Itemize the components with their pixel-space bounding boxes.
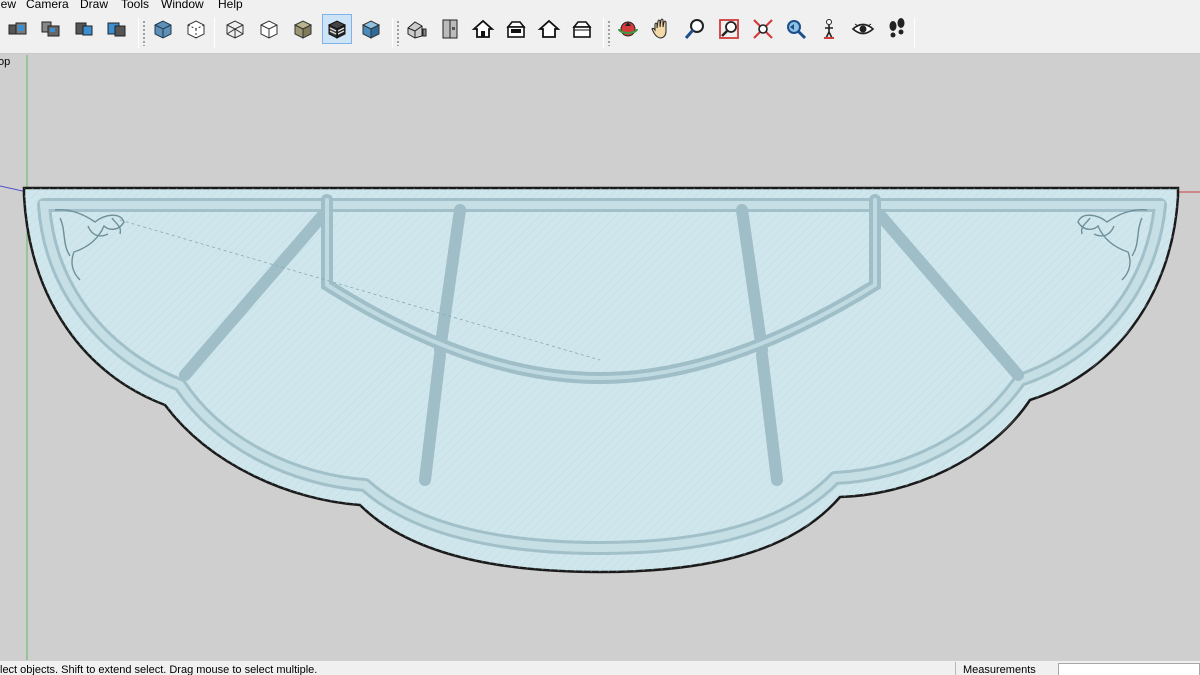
menu-window[interactable]: Window xyxy=(161,0,204,11)
toolbar-grip[interactable] xyxy=(396,20,400,46)
groups-icon[interactable] xyxy=(36,14,66,44)
measurements-input[interactable] xyxy=(1058,663,1200,675)
measurements-label: Measurements xyxy=(963,664,1036,675)
right-view-icon[interactable] xyxy=(501,14,531,44)
model-drawing xyxy=(0,55,1200,660)
look-around-icon[interactable] xyxy=(848,14,878,44)
status-bar: lect objects. Shift to extend select. Dr… xyxy=(0,660,1200,675)
toolbar-separator xyxy=(392,18,393,48)
previous-view-icon[interactable] xyxy=(781,14,811,44)
iso-view-icon[interactable] xyxy=(402,14,432,44)
top-view-icon[interactable] xyxy=(435,14,465,44)
shaded-icon[interactable] xyxy=(288,14,318,44)
make-component-icon[interactable] xyxy=(69,14,99,44)
toolbar-separator xyxy=(914,18,915,48)
toolbar-separator xyxy=(603,18,604,48)
menu-tools[interactable]: Tools xyxy=(121,0,149,11)
toolbar-grip[interactable] xyxy=(142,20,146,46)
zoom-icon[interactable] xyxy=(680,14,710,44)
menu-view[interactable]: iew xyxy=(0,0,16,11)
status-separator xyxy=(955,662,956,675)
solid-tools-icon[interactable] xyxy=(102,14,132,44)
monochrome-icon[interactable] xyxy=(356,14,386,44)
front-view-icon[interactable] xyxy=(468,14,498,44)
model-viewport[interactable]: op xyxy=(0,55,1200,660)
menu-draw[interactable]: Draw xyxy=(80,0,108,11)
left-view-icon[interactable] xyxy=(567,14,597,44)
shaded-textures-icon[interactable] xyxy=(322,14,352,44)
xray-icon[interactable] xyxy=(148,14,178,44)
orbit-icon[interactable] xyxy=(613,14,643,44)
zoom-window-icon[interactable] xyxy=(714,14,744,44)
walk-icon[interactable] xyxy=(882,14,912,44)
pan-icon[interactable] xyxy=(646,14,676,44)
menu-bar: iew Camera Draw Tools Window Help xyxy=(0,0,1200,12)
toolbar-separator xyxy=(138,18,139,48)
wireframe-icon[interactable] xyxy=(220,14,250,44)
toolbar-separator xyxy=(214,18,215,48)
position-camera-icon[interactable] xyxy=(814,14,844,44)
back-view-icon[interactable] xyxy=(534,14,564,44)
toolbar-grip[interactable] xyxy=(607,20,611,46)
menu-camera[interactable]: Camera xyxy=(26,0,69,11)
menu-help[interactable]: Help xyxy=(218,0,243,11)
hidden-line-icon[interactable] xyxy=(254,14,284,44)
status-hint: lect objects. Shift to extend select. Dr… xyxy=(0,664,318,675)
back-edges-icon[interactable] xyxy=(181,14,211,44)
toolbar xyxy=(0,12,1200,54)
components-icon[interactable] xyxy=(3,14,33,44)
zoom-extents-icon[interactable] xyxy=(748,14,778,44)
